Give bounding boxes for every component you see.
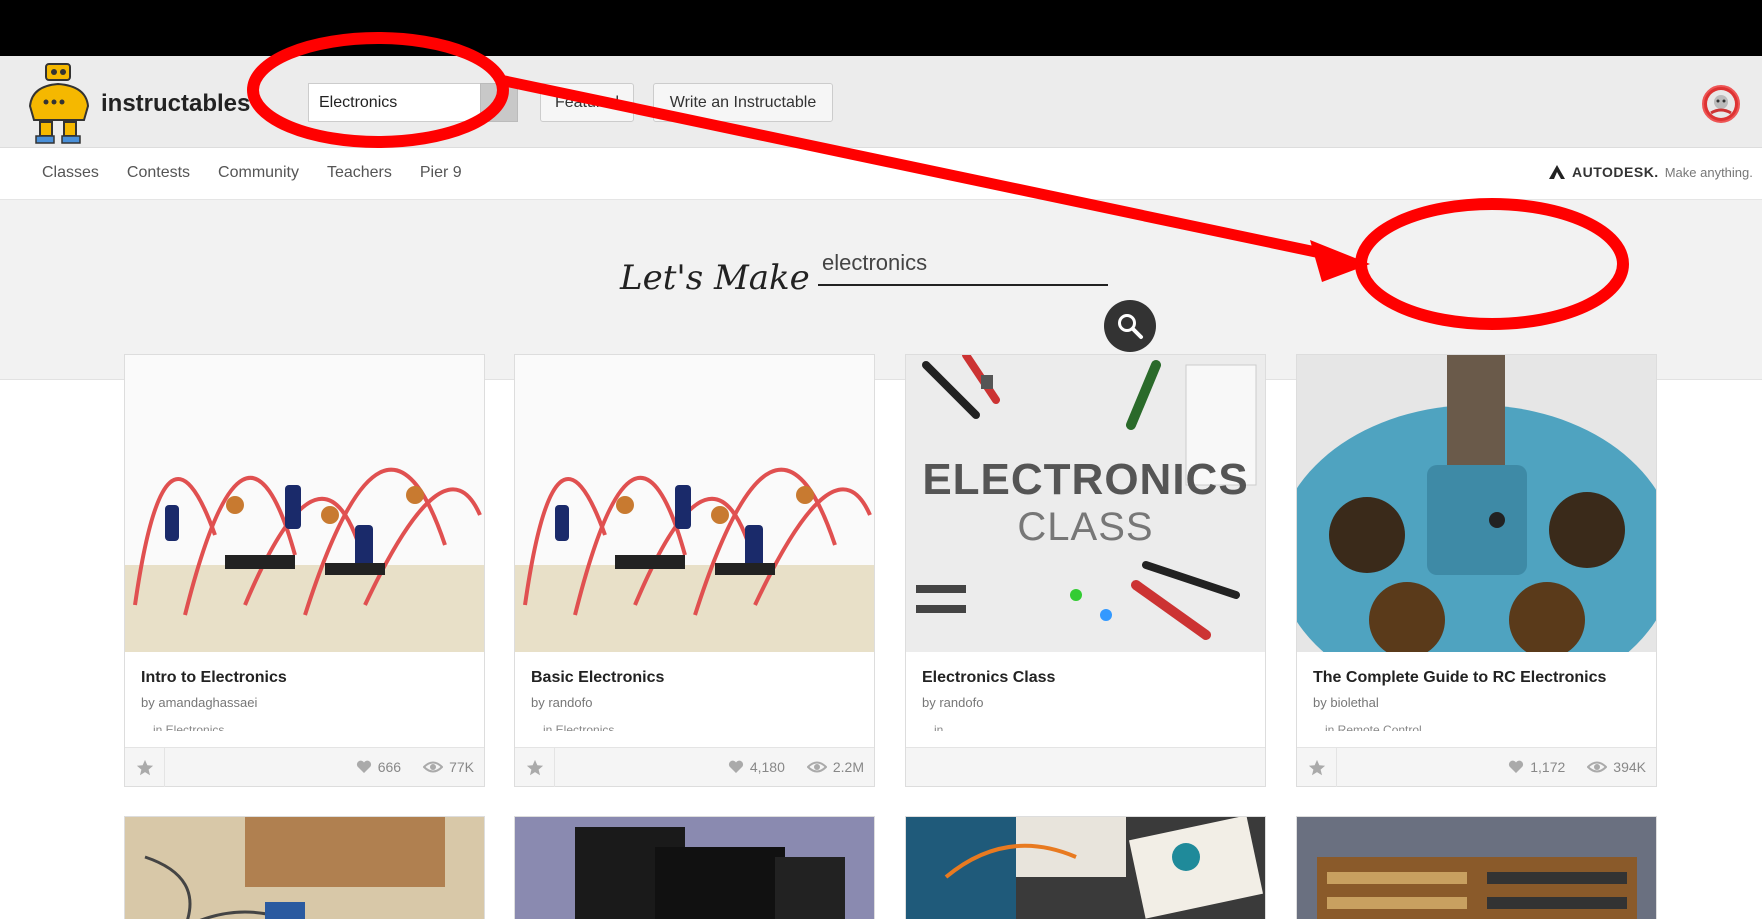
likes-stat: 1,172 (1508, 759, 1565, 775)
project-thumbnail[interactable] (1297, 355, 1656, 652)
views-count: 394K (1613, 759, 1646, 775)
project-category[interactable]: in Electronics (153, 723, 224, 731)
top-bar: instructables Electronics Featured Write… (0, 56, 1762, 148)
nav-link-teachers[interactable]: Teachers (327, 164, 392, 182)
avatar-icon (1707, 90, 1735, 118)
hero-search: Let's Make electronics (0, 200, 1762, 380)
nav-link-pier9[interactable]: Pier 9 (420, 164, 462, 182)
hero-search-input[interactable]: electronics (818, 246, 1108, 286)
project-thumbnail[interactable] (515, 355, 874, 652)
project-title[interactable]: Intro to Electronics (141, 669, 287, 687)
card-footer: 4,180 2.2M (515, 747, 874, 787)
project-thumbnail[interactable] (125, 355, 484, 652)
nav-link-community[interactable]: Community (218, 164, 299, 182)
star-icon (136, 759, 153, 775)
project-category[interactable]: in (934, 723, 943, 731)
project-card[interactable]: Basic Electronics by randofo in Electron… (514, 354, 875, 787)
autodesk-logo-icon (1549, 165, 1565, 179)
project-thumbnail-image (515, 817, 874, 919)
views-count: 77K (449, 759, 474, 775)
heart-icon (356, 760, 371, 773)
brand-name[interactable]: instructables (101, 90, 250, 118)
favorite-star-button[interactable] (125, 748, 165, 787)
project-title[interactable]: Basic Electronics (531, 669, 664, 687)
project-author[interactable]: by randofo (922, 695, 983, 710)
project-category[interactable]: in Remote Control (1325, 723, 1422, 731)
card-stats: 4,180 2.2M (728, 759, 864, 775)
hero-heading: Let's Make (620, 258, 810, 298)
card-footer: 1,172 394K (1297, 747, 1656, 787)
autodesk-brand: AUTODESK. (1572, 164, 1659, 180)
project-card[interactable]: Intro to Electronics by amandaghassaei i… (124, 354, 485, 787)
project-thumbnail[interactable]: ELECTRONICS CLASS (906, 355, 1265, 652)
project-title[interactable]: The Complete Guide to RC Electronics (1313, 669, 1606, 687)
project-card[interactable] (124, 816, 485, 919)
thumb-subtitle: CLASS (1017, 505, 1154, 549)
project-thumbnail-image (1297, 817, 1656, 919)
project-author[interactable]: by randofo (531, 695, 592, 710)
eye-icon (1587, 761, 1608, 773)
views-stat: 77K (423, 759, 474, 775)
likes-stat: 666 (356, 759, 401, 775)
search-icon (1118, 314, 1143, 339)
autodesk-badge[interactable]: AUTODESK. Make anything. (1548, 164, 1753, 180)
project-card[interactable] (514, 816, 875, 919)
likes-count: 4,180 (749, 759, 785, 775)
rc-motor-image (1297, 355, 1656, 652)
instructables-page: instructables Electronics Featured Write… (0, 56, 1762, 919)
nav-link-classes[interactable]: Classes (42, 164, 99, 182)
heart-icon (1509, 760, 1524, 773)
heart-icon (728, 760, 743, 773)
project-thumbnail-image (906, 817, 1265, 919)
views-count: 2.2M (832, 759, 864, 775)
search-button[interactable] (480, 83, 518, 122)
views-stat: 2.2M (806, 759, 864, 775)
hero-search-button[interactable] (1104, 300, 1156, 352)
featured-button[interactable]: Featured (540, 83, 634, 122)
user-avatar[interactable] (1702, 85, 1740, 123)
card-footer: 666 77K (125, 747, 484, 787)
card-stats: 1,172 394K (1508, 759, 1646, 775)
card-stats: 666 77K (356, 759, 474, 775)
project-card[interactable]: The Complete Guide to RC Electronics by … (1296, 354, 1657, 787)
favorite-star-button[interactable] (1297, 748, 1337, 787)
views-stat: 394K (1587, 759, 1646, 775)
likes-count: 666 (377, 759, 402, 775)
favorite-star-button[interactable] (515, 748, 555, 787)
eye-icon (806, 761, 827, 773)
project-thumbnail-image (125, 817, 484, 919)
project-card[interactable] (1296, 816, 1657, 919)
breadboard-image (515, 355, 874, 652)
project-author[interactable]: by biolethal (1313, 695, 1379, 710)
project-card[interactable] (905, 816, 1266, 919)
nav-links: Classes Contests Community Teachers Pier… (42, 164, 462, 182)
project-title[interactable]: Electronics Class (922, 669, 1055, 687)
nav-bar: Classes Contests Community Teachers Pier… (0, 148, 1762, 200)
thumb-title: ELECTRONICS (922, 455, 1249, 504)
project-card[interactable]: ELECTRONICS CLASS Electronics Class by r… (905, 354, 1266, 787)
likes-stat: 4,180 (728, 759, 785, 775)
nav-link-contests[interactable]: Contests (127, 164, 190, 182)
breadboard-image (125, 355, 484, 652)
project-category[interactable]: in Electronics (543, 723, 614, 731)
likes-count: 1,172 (1530, 759, 1566, 775)
star-icon (526, 759, 543, 775)
eye-icon (423, 761, 444, 773)
robot-logo-icon[interactable] (24, 62, 94, 146)
project-author[interactable]: by amandaghassaei (141, 695, 257, 710)
write-instructable-button[interactable]: Write an Instructable (653, 83, 833, 122)
star-icon (1308, 759, 1325, 775)
card-footer (906, 747, 1265, 786)
autodesk-tagline: Make anything. (1664, 164, 1753, 180)
